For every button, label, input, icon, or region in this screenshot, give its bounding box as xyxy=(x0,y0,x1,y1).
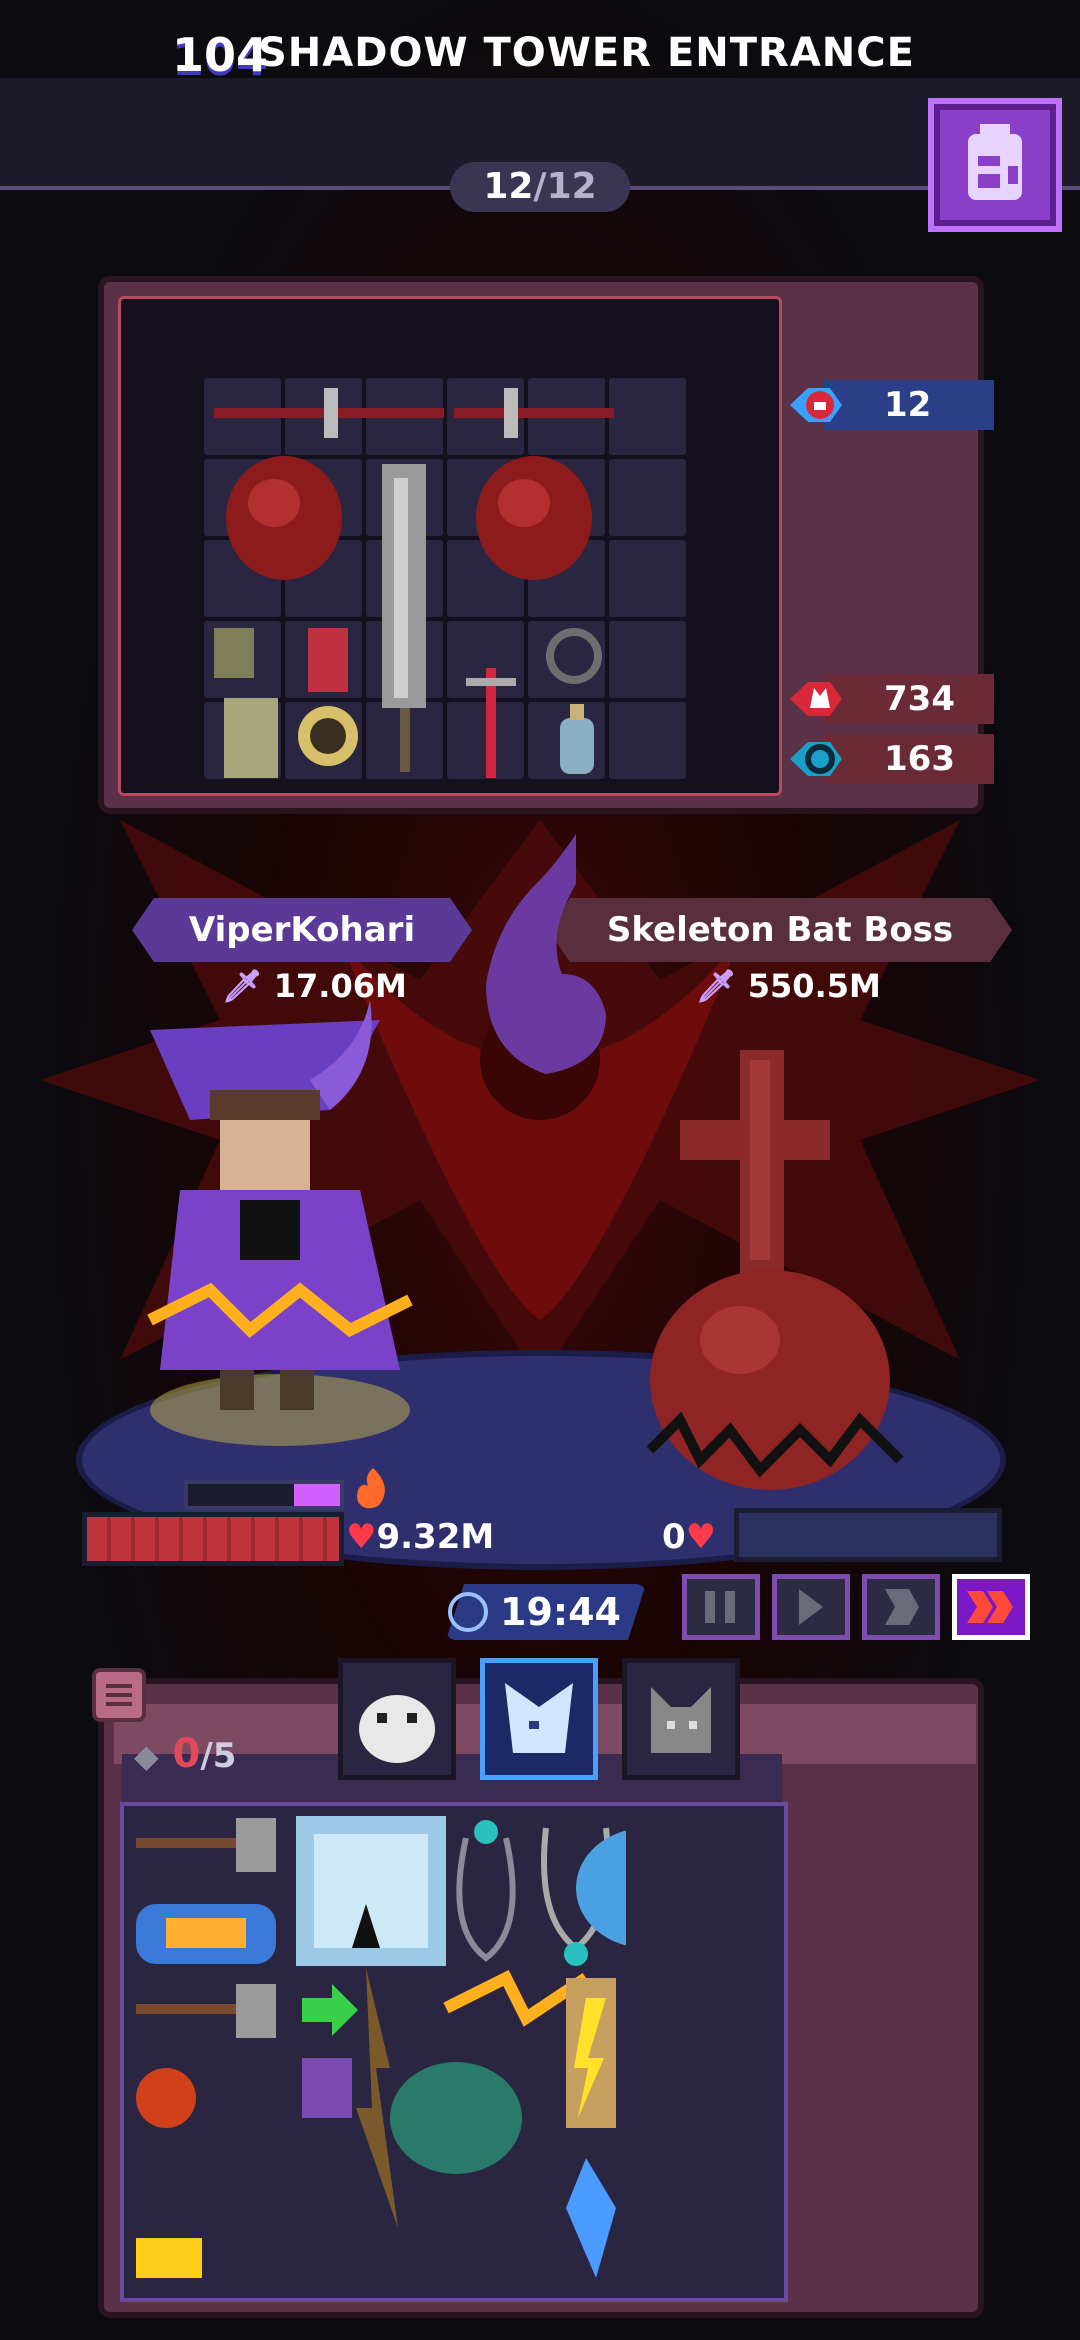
hero-hp: ♥9.32M xyxy=(346,1512,494,1562)
enemy-items-stat: 12 xyxy=(784,380,994,430)
ice-crystal-icon xyxy=(296,1816,446,1966)
pet-tab-cat[interactable] xyxy=(622,1658,740,1780)
wave-current: 12 xyxy=(483,166,534,207)
pet-bear-icon xyxy=(359,1695,435,1763)
boss-power: 🗡 550.5M xyxy=(696,962,881,1010)
crystal-flask-icon xyxy=(302,2058,352,2118)
wave-progress: 12/12 xyxy=(450,162,630,212)
pet-wolf-icon xyxy=(505,1683,573,1753)
hero-hp-value: 9.32M xyxy=(376,1517,495,1557)
hero-wizard-sprite xyxy=(147,1000,413,1446)
backpack-slots: ◆ 0/5 xyxy=(134,1726,236,1784)
lightning-scroll-icon xyxy=(566,1978,616,2128)
hero-name-plate: ViperKohari xyxy=(132,898,472,962)
heart-icon: ♥ xyxy=(685,1517,717,1557)
dragon-pet-icon xyxy=(576,1830,626,1946)
player-items xyxy=(136,1816,626,2278)
green-arrow-icon xyxy=(302,1984,358,2036)
enemy-attack-stat: 734 xyxy=(784,674,994,724)
fast-forward-icon xyxy=(885,1589,919,1625)
bone-arm-icon xyxy=(214,628,278,778)
boss-spirit-icon xyxy=(486,834,606,1074)
enemy-items-count: 12 xyxy=(884,385,932,425)
backpack-icon xyxy=(968,124,1022,200)
fire-scroll-icon xyxy=(136,1904,276,1964)
boss-hp: 0♥ xyxy=(662,1512,716,1562)
battle-timer: 19:44 xyxy=(500,1590,621,1634)
lightning-sword-icon xyxy=(356,1968,398,2228)
sword-icon: 🗡 xyxy=(696,967,737,1005)
play-button[interactable] xyxy=(772,1574,850,1640)
enemy-defense-stat: 163 xyxy=(784,734,994,784)
hero-energy-bar xyxy=(184,1480,344,1510)
enemy-attack-value: 734 xyxy=(884,679,955,719)
pause-button[interactable] xyxy=(682,1574,760,1640)
pause-icon xyxy=(705,1591,735,1623)
skeleton-bat-boss-sprite xyxy=(646,1050,904,1490)
lightning-bolt-icon xyxy=(443,1969,590,2027)
potion-icon xyxy=(560,704,594,774)
wave-total: /12 xyxy=(533,166,597,207)
vip-card-icon xyxy=(136,2238,202,2278)
heart-organ-icon xyxy=(476,456,592,580)
hammer-icon xyxy=(136,1818,276,1872)
menu-icon xyxy=(106,1684,132,1706)
enemy-items xyxy=(214,388,614,778)
crossbow-icon xyxy=(214,388,444,438)
pet-tab-wolf[interactable] xyxy=(480,1658,598,1780)
slots-used: 0 xyxy=(172,1731,201,1777)
heart-icon: ♥ xyxy=(346,1517,377,1557)
pet-cat-icon xyxy=(651,1687,711,1753)
attack-icon xyxy=(790,682,842,716)
fire-orb-icon xyxy=(136,2068,196,2128)
energy-fill xyxy=(294,1484,340,1506)
play-icon xyxy=(799,1589,823,1625)
stage-title: SHADOW TOWER ENTRANCE xyxy=(258,30,915,76)
hammer-icon xyxy=(136,1984,276,2038)
red-dagger-icon xyxy=(466,668,516,778)
boss-hp-value: 0 xyxy=(662,1517,686,1557)
frog-pet-icon xyxy=(390,2062,522,2174)
fast-forward-button[interactable] xyxy=(862,1574,940,1640)
double-fast-forward-button[interactable] xyxy=(952,1574,1030,1640)
crossbow-icon xyxy=(454,388,614,438)
slot-gem-icon: ◆ xyxy=(134,1737,159,1775)
inventory-menu-button[interactable] xyxy=(92,1668,146,1722)
boss-power-value: 550.5M xyxy=(747,967,881,1005)
boss-hp-bar xyxy=(734,1508,1002,1562)
game-scene: 104 SHADOW TOWER ENTRANCE 12/12 12 734 1… xyxy=(0,0,1080,2340)
stage-level: 104 xyxy=(172,28,269,82)
defense-icon xyxy=(790,742,842,776)
hp-fill xyxy=(87,1517,339,1561)
backpack-button[interactable] xyxy=(928,98,1062,232)
skull-medal-icon xyxy=(298,628,358,766)
pet-tab-bear[interactable] xyxy=(338,1658,456,1780)
enemy-defense-value: 163 xyxy=(884,739,955,779)
greatsword-icon xyxy=(382,464,426,772)
amulet-icon xyxy=(456,1820,516,1962)
clock-icon xyxy=(448,1592,488,1632)
fire-buff-icon xyxy=(357,1468,385,1509)
slots-max: /5 xyxy=(200,1736,237,1776)
heart-organ-icon xyxy=(226,456,342,580)
monster-icon xyxy=(790,388,842,422)
ring-icon xyxy=(546,628,602,684)
double-fast-forward-icon xyxy=(967,1591,1013,1623)
ice-shard-icon xyxy=(566,2158,616,2278)
hero-hp-bar xyxy=(82,1512,344,1566)
